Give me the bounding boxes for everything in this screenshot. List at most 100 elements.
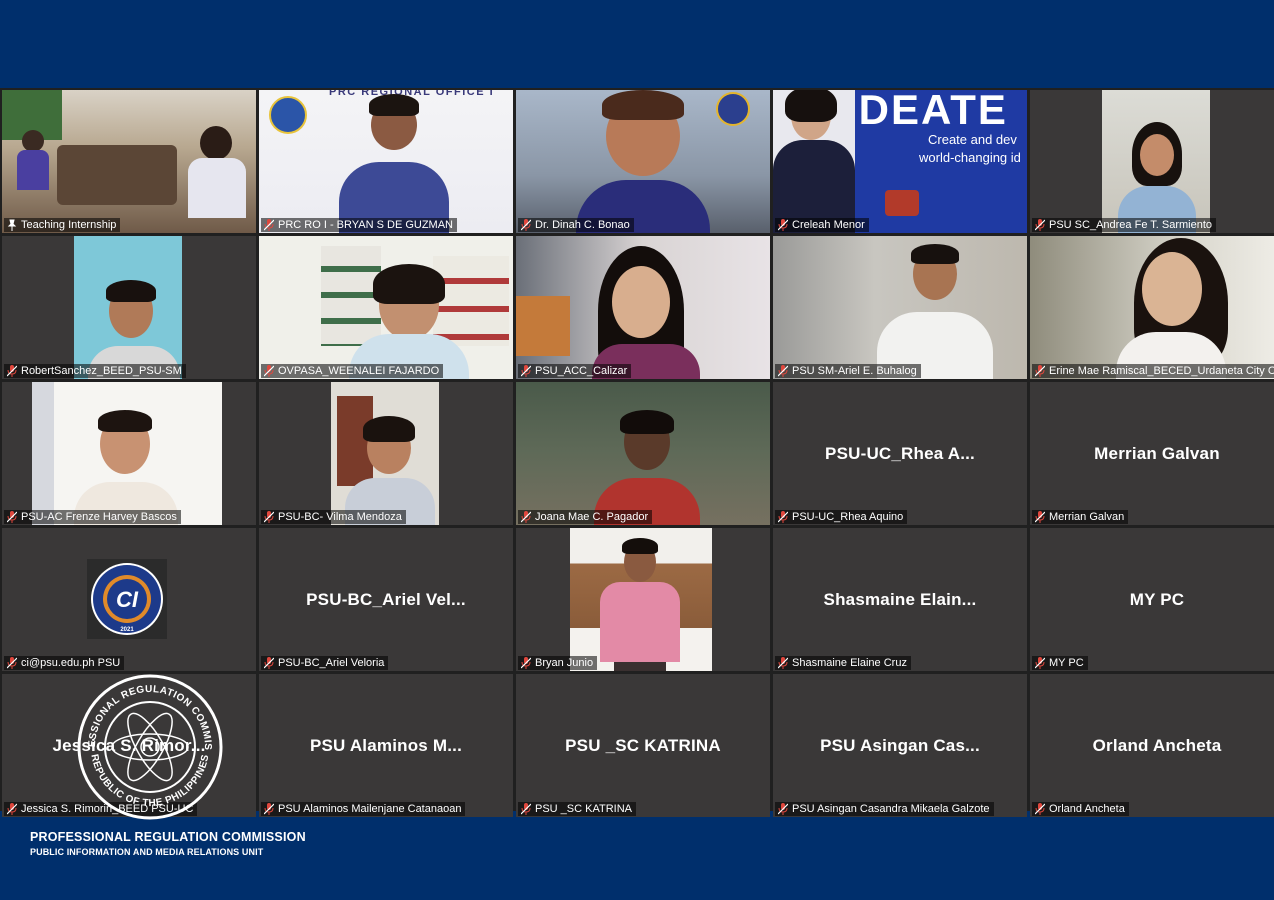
participant-video: [1030, 90, 1274, 233]
participant-tile[interactable]: PSU-BC- Vilma Mendoza: [259, 382, 513, 525]
banner-title: IDEATE: [845, 90, 1008, 133]
participant-name: PSU Asingan Casandra Mikaela Galzote: [792, 803, 990, 815]
participant-video: [516, 382, 770, 525]
muted-mic-icon: [521, 219, 531, 231]
participant-name: PRC RO I - BRYAN S DE GUZMAN: [278, 219, 454, 231]
person-hair: [620, 410, 674, 434]
participant-video: [2, 236, 256, 379]
muted-mic-icon: [264, 803, 274, 815]
muted-mic-icon: [778, 365, 788, 377]
meeting-table: [57, 145, 177, 205]
person-hair: [98, 410, 152, 432]
participant-display-name: PSU-UC_Rhea A...: [825, 443, 975, 463]
person-hair: [369, 94, 419, 116]
participant-name: Erine Mae Ramiscal_BECED_Urdaneta City C…: [1049, 365, 1274, 377]
participant-tile[interactable]: Joana Mae C. Pagador: [516, 382, 770, 525]
participant-tile[interactable]: Dr. Dinah C. Bonao: [516, 90, 770, 233]
participant-tile[interactable]: PSU-BC_Ariel Vel... PSU-BC_Ariel Veloria: [259, 528, 513, 671]
cabinet: [516, 296, 570, 356]
participant-name: PSU SC_Andrea Fe T. Sarmiento: [1049, 219, 1213, 231]
participant-video: [259, 382, 513, 525]
person-legs: [614, 662, 666, 671]
participant-name: PSU-AC Frenze Harvey Bascos: [21, 511, 177, 523]
muted-mic-icon: [778, 657, 788, 669]
participant-tile[interactable]: PSU SM-Ariel E. Buhalog: [773, 236, 1027, 379]
participant-tile[interactable]: MY PC MY PC: [1030, 528, 1274, 671]
muted-mic-icon: [7, 365, 17, 377]
participant-name: ci@psu.edu.ph PSU: [21, 657, 121, 669]
participant-name: Orland Ancheta: [1049, 803, 1125, 815]
participant-video: PRC REGIONAL OFFICE I: [259, 90, 513, 233]
person-body: [188, 158, 246, 218]
participant-video: [516, 528, 770, 671]
participant-tile[interactable]: RobertSanchez_BEED_PSU-SM: [2, 236, 256, 379]
muted-mic-icon: [264, 365, 274, 377]
participant-label: PSU Asingan Casandra Mikaela Galzote: [775, 802, 994, 816]
participant-display-name: PSU Alaminos M...: [309, 735, 463, 755]
participant-tile[interactable]: PSU Alaminos M... PSU Alaminos Mailenjan…: [259, 674, 513, 817]
participant-name: PSU_ACC_Calizar: [535, 365, 628, 377]
participant-name: Shasmaine Elaine Cruz: [792, 657, 907, 669]
banner-subtitle: world-changing id: [919, 150, 1021, 165]
person-head: [22, 130, 44, 152]
participant-tile[interactable]: PSU _SC KATRINA PSU _SC KATRINA: [516, 674, 770, 817]
participant-tile[interactable]: CI 2021 ci@psu.edu.ph PSU: [2, 528, 256, 671]
muted-mic-icon: [521, 657, 531, 669]
school-logo: [716, 92, 750, 126]
participant-video: [773, 236, 1027, 379]
participant-tile[interactable]: Merrian Galvan Merrian Galvan: [1030, 382, 1274, 525]
muted-mic-icon: [778, 219, 788, 231]
participant-tile[interactable]: PRC REGIONAL OFFICE I PRC RO I - BRYAN S…: [259, 90, 513, 233]
muted-mic-icon: [521, 803, 531, 815]
desk-object: [885, 190, 919, 216]
participant-name: PSU _SC KATRINA: [535, 803, 632, 815]
participant-tile[interactable]: PSU_ACC_Calizar: [516, 236, 770, 379]
participant-tile[interactable]: PSU Asingan Cas... PSU Asingan Casandra …: [773, 674, 1027, 817]
participant-video: [2, 382, 256, 525]
person-hair: [373, 264, 445, 304]
participant-tile[interactable]: Bryan Junio: [516, 528, 770, 671]
participant-tile[interactable]: IDEATE Create and dev world-changing id …: [773, 90, 1027, 233]
person-hair: [602, 90, 684, 120]
person-hair: [911, 244, 959, 264]
participant-tile[interactable]: OVPASA_WEENALEI FAJARDO: [259, 236, 513, 379]
participant-label: Orland Ancheta: [1032, 802, 1129, 816]
participant-video: [2, 90, 256, 233]
muted-mic-icon: [7, 511, 17, 523]
participant-tile[interactable]: Erine Mae Ramiscal_BECED_Urdaneta City C…: [1030, 236, 1274, 379]
person-face: [612, 266, 670, 338]
participant-video: IDEATE Create and dev world-changing id: [773, 90, 1027, 233]
ci-logo-letters: CI: [116, 587, 139, 612]
participant-tile[interactable]: Orland Ancheta Orland Ancheta: [1030, 674, 1274, 817]
banner-subtitle: Create and dev: [928, 132, 1017, 147]
participant-tile[interactable]: Shasmaine Elain... Shasmaine Elaine Cruz: [773, 528, 1027, 671]
participant-display-name: Orland Ancheta: [1092, 735, 1222, 755]
muted-mic-icon: [264, 219, 274, 231]
participant-name: PSU-BC- Vilma Mendoza: [278, 511, 402, 523]
participant-tile[interactable]: PSU-UC_Rhea A... PSU-UC_Rhea Aquino: [773, 382, 1027, 525]
participant-label: PSU_ACC_Calizar: [518, 364, 632, 378]
participant-display-name: Merrian Galvan: [1094, 443, 1220, 463]
participant-display-name: PSU Asingan Cas...: [820, 735, 980, 755]
person-head: [200, 126, 232, 160]
person-hair: [785, 90, 837, 122]
participant-tile[interactable]: PSU SC_Andrea Fe T. Sarmiento: [1030, 90, 1274, 233]
participant-name: Creleah Menor: [792, 219, 865, 231]
participant-name: Joana Mae C. Pagador: [535, 511, 649, 523]
participant-label: PSU-BC_Ariel Veloria: [261, 656, 389, 670]
participant-label: PSU _SC KATRINA: [518, 802, 636, 816]
participant-tile[interactable]: PSU-AC Frenze Harvey Bascos: [2, 382, 256, 525]
participant-label: Joana Mae C. Pagador: [518, 510, 653, 524]
participant-label: PSU-AC Frenze Harvey Bascos: [4, 510, 181, 524]
participant-display-name: PSU-BC_Ariel Vel...: [306, 589, 466, 609]
participant-name: PSU Alaminos Mailenjane Catanaoan: [278, 803, 462, 815]
muted-mic-icon: [264, 657, 274, 669]
participant-tile[interactable]: Teaching Internship: [2, 90, 256, 233]
prc-logo: [269, 96, 307, 134]
participant-label: Dr. Dinah C. Bonao: [518, 218, 634, 232]
participant-display-name: MY PC: [1129, 589, 1185, 609]
participant-label: Bryan Junio: [518, 656, 598, 670]
participant-label: Merrian Galvan: [1032, 510, 1129, 524]
muted-mic-icon: [264, 511, 274, 523]
muted-mic-icon: [778, 511, 788, 523]
